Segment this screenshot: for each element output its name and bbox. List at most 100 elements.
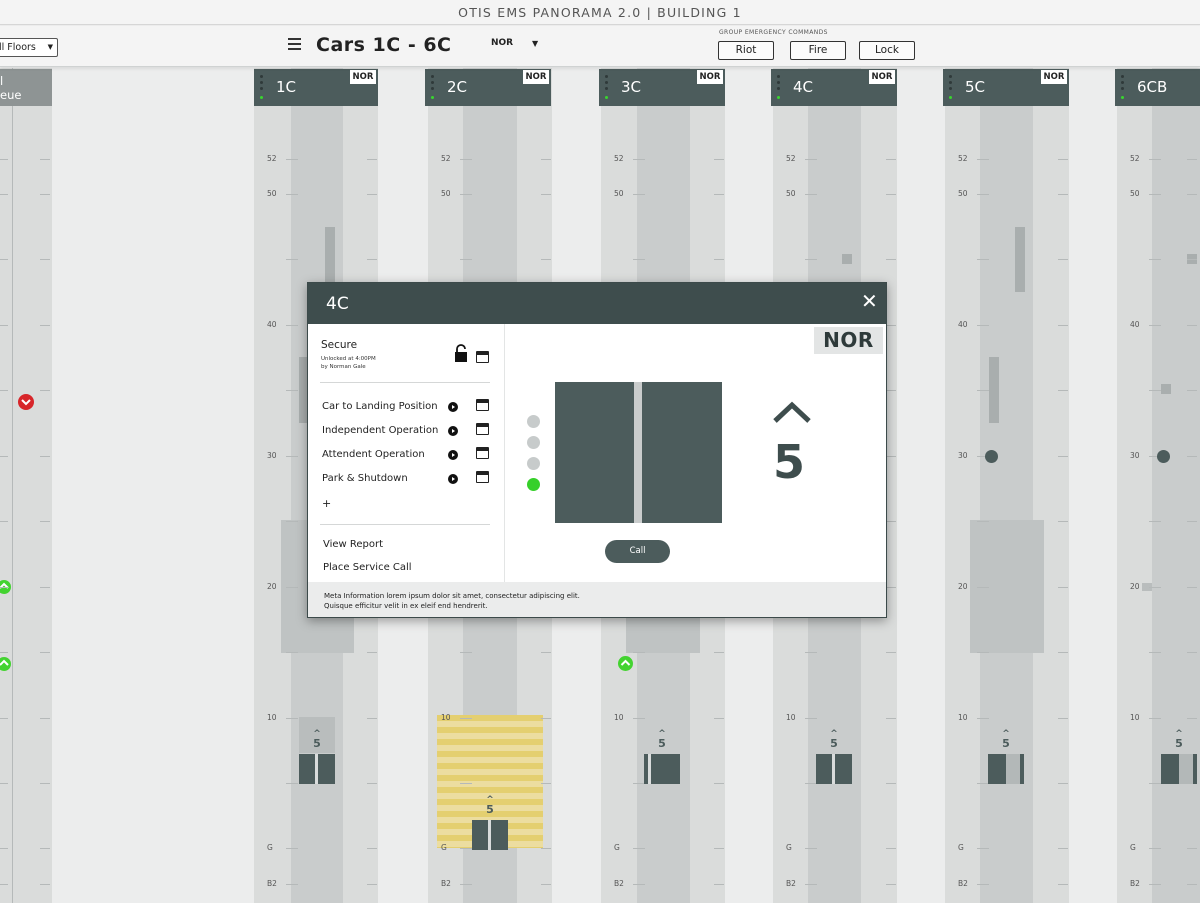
floor-tick [977,390,989,391]
floor-label: 52 [786,154,796,163]
close-icon[interactable]: ✕ [861,291,878,311]
car-floor-indicator: ^ 5 [1002,729,1010,750]
dialog-left-panel: Secure Unlocked at 4:00PM by Norman Gale… [308,324,504,582]
call-button[interactable]: Call [605,540,670,563]
unlocked-icon[interactable] [454,344,468,362]
car-header-3c[interactable]: 3C NOR [599,69,725,106]
car-1c[interactable] [299,754,335,784]
floor-tick [286,390,298,391]
calendar-icon[interactable] [476,351,489,363]
car-2c[interactable] [472,820,508,850]
car-3c[interactable] [644,754,680,784]
riot-button[interactable]: Riot [718,41,774,60]
lock-button[interactable]: Lock [859,41,915,60]
floor-tick [40,456,50,457]
car-header-2c[interactable]: 2C NOR [425,69,551,106]
floor-filter-label: ll Floors [0,42,36,53]
floor-tick [1187,325,1197,326]
floor-tick [1187,587,1197,588]
floor-tick [714,884,724,885]
floor-tick [886,884,896,885]
floor-tick [977,259,989,260]
floor-tick [1149,587,1161,588]
floor-indicator-dot-active [527,478,540,491]
floor-tick [0,194,8,195]
place-service-call-link[interactable]: Place Service Call [323,562,412,573]
floor-filter-select[interactable]: ll Floors ▼ [0,38,58,57]
floor-tick [541,783,551,784]
floor-tick [1149,194,1161,195]
floor-tick [1149,259,1161,260]
floor-tick [286,587,298,588]
calendar-icon[interactable] [476,471,489,483]
floor-tick [0,884,8,885]
calendar-icon[interactable] [476,399,489,411]
floor-tick [633,159,645,160]
op-car-to-landing[interactable]: Car to Landing Position [322,401,438,412]
car-header-1c[interactable]: 1C NOR [254,69,378,106]
fire-button[interactable]: Fire [790,41,846,60]
op-park-shutdown[interactable]: Park & Shutdown [322,473,408,484]
op-attendent[interactable]: Attendent Operation [322,449,425,460]
floor-tick [1058,456,1068,457]
car-floor-indicator: ^ 5 [830,729,838,750]
car-mode-badge: NOR [697,70,723,84]
floor-label: 10 [1130,713,1140,722]
floor-label: 40 [267,320,277,329]
down-call-icon[interactable] [17,393,35,411]
floor-tick [886,587,896,588]
caret-down-icon: ▼ [47,43,53,51]
floor-label: 50 [958,189,968,198]
car-6cb[interactable] [1161,754,1197,784]
floor-tick [1149,159,1161,160]
hamburger-menu-icon[interactable] [288,38,301,50]
floor-tick [367,259,377,260]
floor-label: G [267,843,273,852]
floor-tick [1187,194,1197,195]
floor-tick [541,884,551,885]
floor-tick [286,325,298,326]
car-floor-indicator: ^ 5 [658,729,666,750]
car-header-5c[interactable]: 5C NOR [943,69,1069,106]
floor-tick [633,652,645,653]
floor-tick [1058,652,1068,653]
car-4c[interactable] [816,754,852,784]
play-icon[interactable] [448,402,458,412]
view-report-link[interactable]: View Report [323,539,383,550]
car-5c[interactable] [988,754,1024,784]
car-call-marker [985,450,998,463]
floor-label: 10 [786,713,796,722]
floor-tick [714,848,724,849]
floor-tick [886,194,896,195]
play-icon[interactable] [448,426,458,436]
car-floor-indicator: ^ 5 [313,729,321,750]
floor-tick [1058,884,1068,885]
floor-tick [977,521,989,522]
car-header-4c[interactable]: 4C NOR [771,69,897,106]
floor-tick [714,159,724,160]
up-call-icon[interactable] [0,656,12,672]
floor-tick [1149,390,1161,391]
dialog-header: 4C ✕ [308,283,886,324]
play-icon[interactable] [448,450,458,460]
up-call-icon[interactable] [617,655,634,672]
floor-tick [1187,159,1197,160]
calendar-icon[interactable] [476,447,489,459]
calendar-icon[interactable] [476,423,489,435]
floor-tick [40,194,50,195]
floor-tick [541,652,551,653]
play-icon[interactable] [448,474,458,484]
floor-label: 40 [958,320,968,329]
add-operation-button[interactable]: + [322,497,331,510]
car-mode-badge: NOR [350,70,376,84]
car-header-6cb[interactable]: 6CB [1115,69,1200,106]
floor-tick [40,783,50,784]
floor-tick [0,652,8,653]
op-independent[interactable]: Independent Operation [322,425,438,436]
car-floor-indicator: ^ 5 [1175,729,1183,750]
mode-select[interactable]: NOR ▼ [491,38,538,48]
floor-tick [541,259,551,260]
floor-label: G [441,843,447,852]
floor-tick [886,652,896,653]
floor-tick [886,456,896,457]
